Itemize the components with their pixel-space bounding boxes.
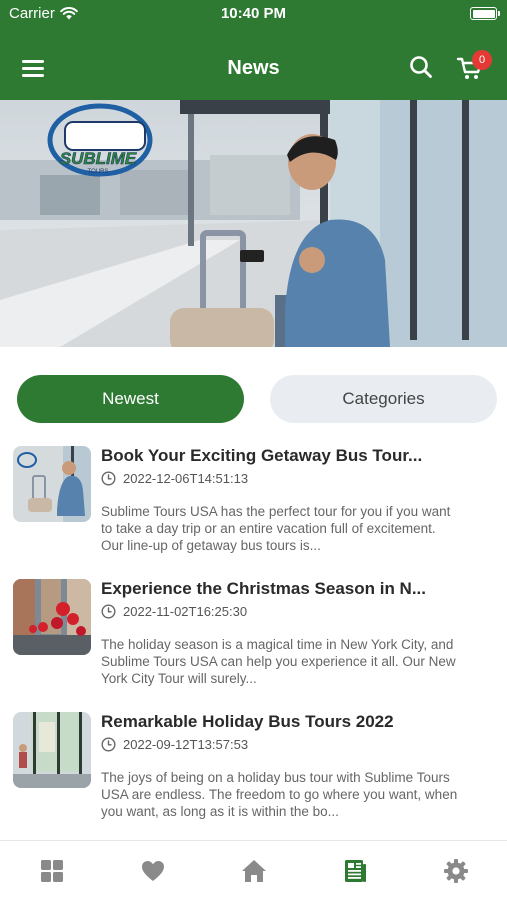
- article-title: Book Your Exciting Getaway Bus Tour...: [101, 446, 423, 465]
- article-item[interactable]: Remarkable Holiday Bus Tours 2022 2022-0…: [0, 712, 507, 832]
- logo-text: SUBLIME: [60, 149, 137, 168]
- article-item[interactable]: Book Your Exciting Getaway Bus Tour... 2…: [0, 446, 507, 566]
- tab-newest[interactable]: Newest: [17, 375, 244, 423]
- nav-grid[interactable]: [39, 858, 65, 884]
- article-title: Remarkable Holiday Bus Tours 2022: [101, 712, 394, 731]
- article-title: Experience the Christmas Season in N...: [101, 579, 427, 598]
- app-header: Carrier 10:40 PM News 0: [0, 0, 507, 100]
- article-date: 2022-12-06T14:51:13: [123, 471, 249, 486]
- grid-icon: [41, 860, 63, 882]
- article-date: 2022-09-12T13:57:53: [123, 737, 249, 752]
- tab-categories[interactable]: Categories: [270, 375, 497, 423]
- app-bar: News 0: [0, 40, 507, 98]
- heart-icon: [142, 861, 164, 881]
- article-excerpt: The holiday season is a magical time in …: [101, 637, 456, 686]
- article-meta: 2022-11-02T16:25:30: [101, 604, 247, 619]
- clock-icon: [101, 737, 116, 752]
- bottom-nav: [0, 840, 507, 900]
- hero-image: SUBLIME TOURS: [0, 100, 507, 347]
- article-meta: 2022-09-12T13:57:53: [101, 737, 248, 752]
- cart-count-badge: 0: [472, 50, 492, 70]
- nav-home[interactable]: [241, 858, 267, 884]
- nav-settings[interactable]: [443, 858, 469, 884]
- gear-icon: [444, 859, 468, 883]
- article-thumbnail: [13, 446, 91, 522]
- status-bar: Carrier 10:40 PM: [0, 0, 507, 28]
- article-meta: 2022-12-06T14:51:13: [101, 471, 248, 486]
- logo-subtext: TOURS: [88, 169, 109, 175]
- battery-icon: [470, 7, 500, 20]
- article-thumbnail: [13, 579, 91, 655]
- hero-banner: SUBLIME TOURS: [0, 100, 507, 347]
- news-icon: [345, 860, 366, 882]
- clock-icon: [101, 471, 116, 486]
- article-date: 2022-11-02T16:25:30: [123, 604, 248, 619]
- search-button[interactable]: [408, 54, 434, 80]
- article-item[interactable]: Experience the Christmas Season in N... …: [0, 579, 507, 699]
- search-icon: [410, 56, 432, 78]
- nav-favorites[interactable]: [140, 858, 166, 884]
- article-excerpt: The joys of being on a holiday bus tour …: [101, 770, 458, 819]
- article-thumbnail: [13, 712, 91, 788]
- clock-icon: [101, 604, 116, 619]
- status-time: 10:40 PM: [220, 5, 287, 22]
- nav-news[interactable]: [342, 858, 368, 884]
- article-excerpt: Sublime Tours USA has the perfect tour f…: [101, 504, 451, 553]
- home-icon: [242, 860, 266, 882]
